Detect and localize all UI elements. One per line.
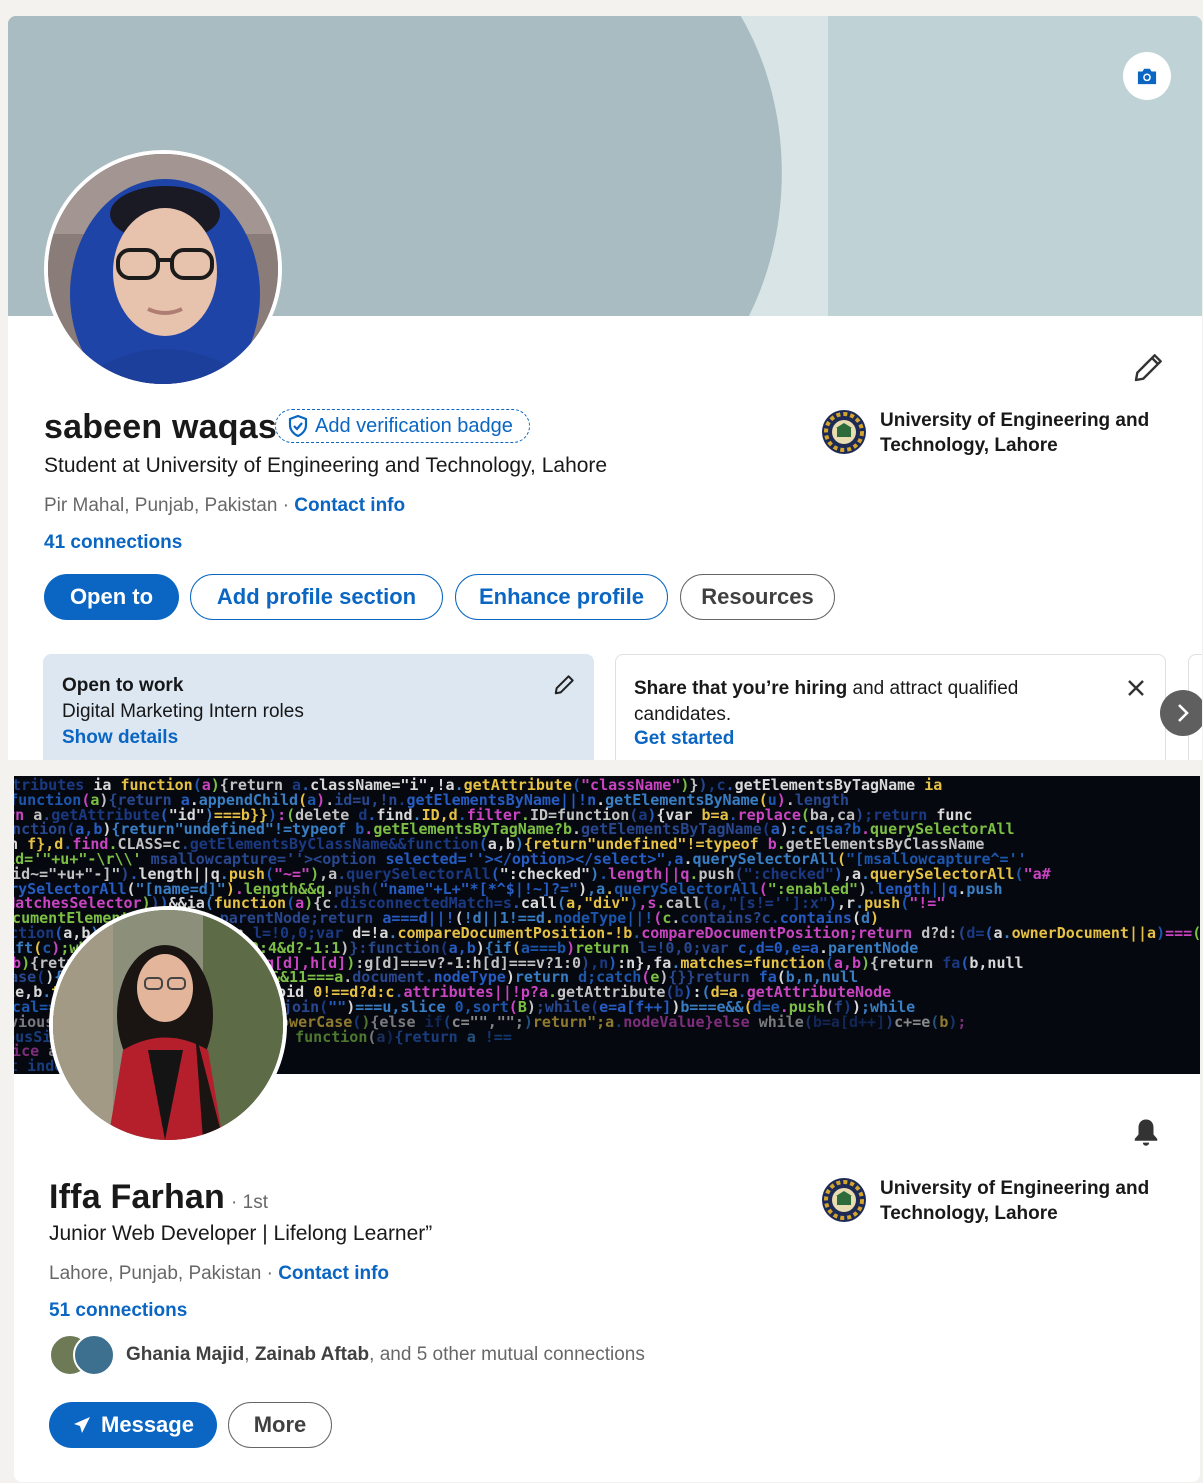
mutual-avatars [49, 1334, 115, 1376]
get-started-link[interactable]: Get started [634, 728, 734, 750]
show-details-link[interactable]: Show details [62, 727, 178, 749]
bell-icon [1134, 1119, 1158, 1146]
camera-icon [1137, 68, 1157, 85]
open-to-work-roles: Digital Marketing Intern roles [62, 701, 304, 722]
message-label: Message [101, 1412, 194, 1437]
mutual-rest: , and 5 other mutual connections [369, 1344, 645, 1365]
school-name: University of Engineering and Technology… [880, 1178, 1150, 1224]
carousel-next-button[interactable] [1160, 690, 1202, 736]
mutual-sep: , [244, 1344, 255, 1365]
school-link[interactable]: University of Engineering and Technology… [820, 1176, 1180, 1226]
close-icon [1128, 680, 1144, 696]
verify-label: Add verification badge [315, 414, 513, 437]
connections-link[interactable]: 41 connections [44, 532, 182, 554]
resources-button[interactable]: Resources [680, 574, 835, 620]
contact-info-link[interactable]: Contact info [294, 495, 405, 516]
add-profile-section-button[interactable]: Add profile section [190, 574, 443, 620]
send-icon [74, 1417, 91, 1433]
profile-headline: Student at University of Engineering and… [44, 454, 608, 477]
profile-card-iffa: eltributes ia function(a){return a.class… [14, 776, 1200, 1482]
location-line: Lahore, Punjab, Pakistan · Contact info [49, 1263, 389, 1285]
dismiss-hiring-button[interactable] [1121, 673, 1151, 703]
hiring-card: Share that you’re hiring and attract qua… [615, 654, 1166, 760]
hiring-text: Share that you’re hiring and attract qua… [634, 676, 1094, 728]
chevron-right-icon [1178, 704, 1189, 722]
pencil-icon [1134, 354, 1162, 382]
location-text: Lahore, Punjab, Pakistan [49, 1263, 262, 1284]
edit-intro-button[interactable] [1126, 346, 1170, 390]
profile-name: sabeen waqas [44, 408, 277, 446]
add-verification-badge-button[interactable]: Add verification badge [275, 409, 530, 443]
open-to-button[interactable]: Open to [44, 574, 179, 620]
location-text: Pir Mahal, Punjab, Pakistan [44, 495, 278, 516]
open-to-work-card: Open to work Digital Marketing Intern ro… [43, 654, 594, 760]
connections-link[interactable]: 51 connections [49, 1300, 187, 1322]
profile-headline: Junior Web Developer | Lifelong Learner” [49, 1222, 433, 1245]
mutual-name-1: Ghania Majid [126, 1344, 245, 1365]
verified-shield-icon [288, 415, 308, 437]
open-to-work-title: Open to work [62, 675, 184, 696]
school-link[interactable]: University of Engineering and Technology… [820, 408, 1180, 458]
location-line: Pir Mahal, Punjab, Pakistan · Contact in… [44, 495, 405, 517]
location-separator: · [266, 1263, 273, 1284]
location-separator: · [282, 495, 290, 516]
edit-cover-button[interactable] [1123, 52, 1171, 100]
profile-name: Iffa Farhan [49, 1178, 226, 1216]
hiring-title: Share that you’re hiring [634, 678, 848, 699]
contact-info-link[interactable]: Contact info [278, 1263, 389, 1284]
profile-card-sabeen: sabeen waqas Add verification badge Univ… [8, 16, 1202, 760]
university-logo-icon [822, 1178, 866, 1222]
connection-degree: · 1st [231, 1192, 268, 1213]
mutual-connections-text: Ghania Majid, Zainab Aftab, and 5 other … [126, 1344, 645, 1366]
university-logo-icon [822, 410, 866, 454]
profile-photo[interactable] [44, 150, 282, 388]
name-line: Iffa Farhan · 1st [49, 1178, 268, 1217]
mutual-connections-link[interactable]: Ghania Majid, Zainab Aftab, and 5 other … [49, 1334, 645, 1376]
enhance-profile-button[interactable]: Enhance profile [455, 574, 668, 620]
profile-photo[interactable] [49, 906, 287, 1144]
edit-open-to-work-button[interactable] [549, 670, 579, 700]
message-button[interactable]: Message [49, 1402, 217, 1448]
mutual-name-2: Zainab Aftab [254, 1344, 370, 1365]
notifications-bell-button[interactable] [1124, 1110, 1168, 1154]
pencil-icon [554, 675, 574, 695]
avatar [73, 1334, 115, 1376]
school-name: University of Engineering and Technology… [880, 410, 1150, 456]
more-button[interactable]: More [228, 1402, 332, 1448]
